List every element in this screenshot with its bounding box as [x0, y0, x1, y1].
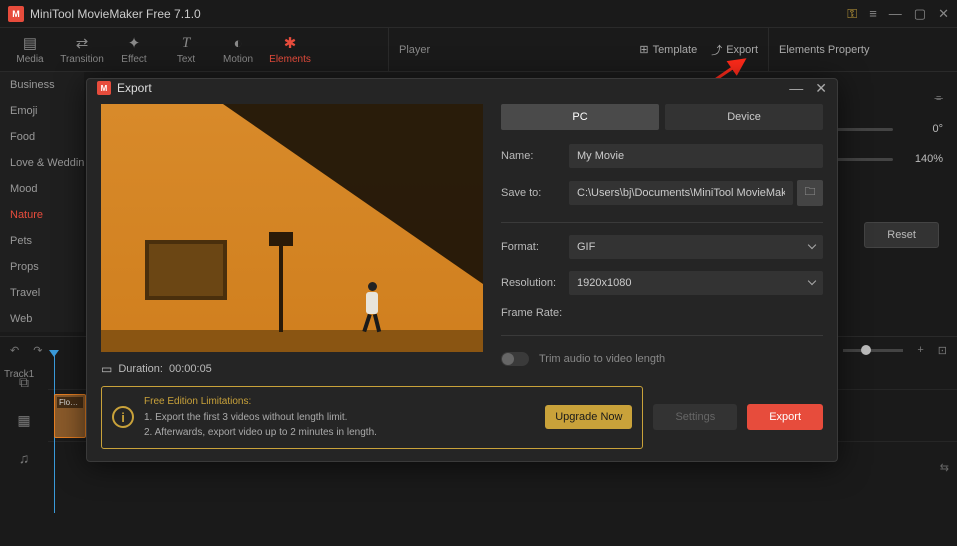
redo-button[interactable]: ↷ [33, 344, 42, 357]
timeline-audio-icon[interactable]: ♫ [0, 439, 48, 477]
limitation-line2: 2. Afterwards, export video up to 2 minu… [144, 426, 535, 441]
name-label: Name: [501, 150, 569, 162]
export-icon: ⤴ [711, 42, 722, 58]
chevron-down-icon [809, 277, 815, 289]
category-sidebar: Business Emoji Food Love & Wedding Mood … [0, 72, 84, 332]
transition-icon: ⇄ [76, 34, 89, 52]
menu-icon[interactable]: ≡ [869, 6, 877, 21]
settings-button[interactable]: Settings [653, 404, 737, 430]
tab-pc[interactable]: PC [501, 104, 659, 130]
saveto-label: Save to: [501, 187, 569, 199]
name-input[interactable] [569, 144, 823, 168]
dialog-minimize-button[interactable]: — [789, 80, 803, 96]
track-label: Track1 [4, 369, 34, 380]
app-logo-icon: M [8, 6, 24, 22]
motion-icon: ◐ [233, 35, 242, 52]
category-mood[interactable]: Mood [0, 176, 84, 202]
export-dialog: M Export — ✕ ▭ Duration: 00:00:05 PC Dev… [86, 78, 838, 462]
category-props[interactable]: Props [0, 254, 84, 280]
format-select[interactable]: GIF [569, 235, 823, 259]
close-button[interactable]: ✕ [938, 6, 949, 22]
reset-button[interactable]: Reset [864, 222, 939, 248]
browse-button[interactable]: 🗀 [797, 180, 823, 206]
tab-text[interactable]: TText [160, 30, 212, 69]
category-travel[interactable]: Travel [0, 280, 84, 306]
elements-icon: ✱ [284, 34, 297, 52]
trim-audio-toggle[interactable] [501, 352, 529, 366]
duration-label: Duration: [118, 363, 163, 375]
upgrade-button[interactable]: Upgrade Now [545, 405, 632, 429]
tab-device[interactable]: Device [665, 104, 823, 130]
text-icon: T [182, 35, 190, 52]
key-icon[interactable]: ⚿ [847, 6, 857, 22]
category-business[interactable]: Business [0, 72, 84, 98]
tab-effect[interactable]: ✦Effect [108, 30, 160, 69]
folder-icon: 🗀 [805, 183, 816, 202]
category-emoji[interactable]: Emoji [0, 98, 84, 124]
duration-value: 00:00:05 [169, 363, 212, 375]
category-nature[interactable]: Nature [0, 202, 84, 228]
tab-media[interactable]: ▤Media [4, 30, 56, 69]
titlebar: M MiniTool MovieMaker Free 7.1.0 ⚿ ≡ — ▢… [0, 0, 957, 28]
tab-transition[interactable]: ⇄Transition [56, 30, 108, 69]
format-label: Format: [501, 241, 569, 253]
template-button[interactable]: ⊞Template [639, 43, 697, 56]
tab-motion[interactable]: ◐Motion [212, 30, 264, 69]
media-icon: ▤ [23, 34, 37, 52]
category-pets[interactable]: Pets [0, 228, 84, 254]
limitation-title: Free Edition Limitations: [144, 395, 535, 410]
app-title: MiniTool MovieMaker Free 7.1.0 [30, 7, 847, 21]
limitation-line1: 1. Export the first 3 videos without len… [144, 411, 535, 426]
limitation-notice: i Free Edition Limitations: 1. Export th… [101, 386, 643, 450]
maximize-button[interactable]: ▢ [914, 6, 926, 22]
category-love-wedding[interactable]: Love & Wedding [0, 150, 84, 176]
undo-button[interactable]: ↶ [10, 344, 19, 357]
scale-value: 140% [903, 153, 943, 165]
trim-audio-label: Trim audio to video length [539, 353, 665, 365]
category-web[interactable]: Web [0, 306, 84, 332]
dialog-title: Export [117, 81, 777, 95]
timeline-video-icon[interactable]: ▦ [0, 401, 48, 439]
shuffle-icon[interactable]: ⇆ [940, 461, 949, 474]
template-icon: ⊞ [639, 43, 648, 56]
tab-elements[interactable]: ✱Elements [264, 30, 316, 69]
main-toolbar: ▤Media ⇄Transition ✦Effect TText ◐Motion… [0, 28, 957, 72]
duration-icon: ▭ [101, 362, 112, 376]
dialog-logo-icon: M [97, 81, 111, 95]
timeline-zoom-slider[interactable] [843, 349, 903, 352]
export-preview [101, 104, 483, 352]
chevron-down-icon [809, 241, 815, 253]
dialog-close-button[interactable]: ✕ [815, 80, 827, 97]
resolution-label: Resolution: [501, 277, 569, 289]
align-icon[interactable]: ⌯ [934, 92, 943, 105]
effect-icon: ✦ [128, 34, 141, 52]
framerate-label: Frame Rate: [501, 307, 569, 319]
info-icon: i [112, 406, 134, 428]
zoom-in-button[interactable]: + [917, 344, 923, 356]
player-panel-title: Player [399, 44, 625, 56]
export-button[interactable]: ⤴Export [711, 42, 758, 58]
resolution-select[interactable]: 1920x1080 [569, 271, 823, 295]
category-food[interactable]: Food [0, 124, 84, 150]
zoom-fit-button[interactable]: ⊡ [938, 344, 947, 357]
properties-panel-title: Elements Property [779, 44, 869, 56]
saveto-input[interactable] [569, 181, 793, 205]
export-confirm-button[interactable]: Export [747, 404, 823, 430]
timeline-clip[interactable]: Flo… [54, 394, 86, 438]
minimize-button[interactable]: — [889, 6, 902, 21]
rotation-value: 0° [903, 123, 943, 135]
